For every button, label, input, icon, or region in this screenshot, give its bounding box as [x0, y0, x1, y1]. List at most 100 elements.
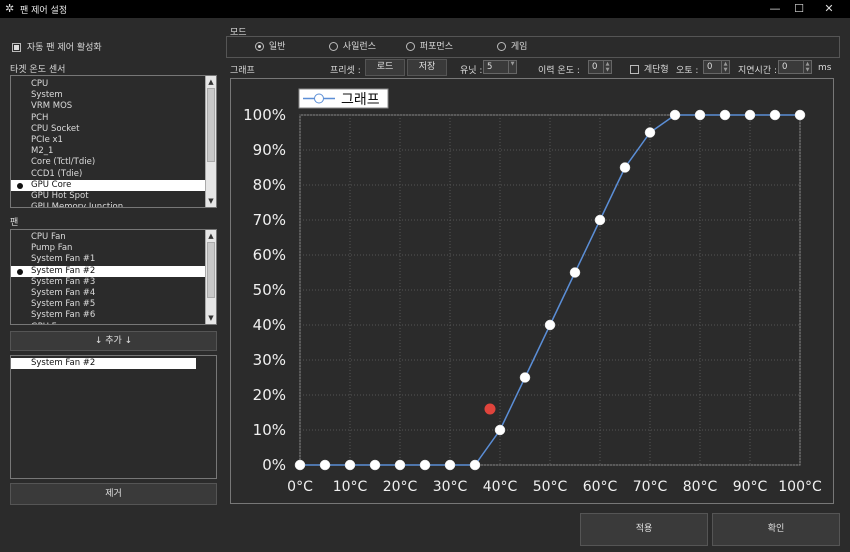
scroll-up-icon[interactable]: ▲ [206, 231, 216, 241]
x-tick-label: 50°C [533, 479, 568, 495]
list-item[interactable]: VRM MOS [11, 101, 216, 112]
stepper-icon[interactable]: ▲ ▼ [721, 61, 729, 73]
legend-marker [314, 93, 324, 104]
list-item[interactable]: System Fan #5 [11, 299, 216, 310]
add-button[interactable]: ↓ 추가 ↓ [10, 331, 217, 351]
current-temp-point [484, 403, 496, 415]
auto-control-checkbox[interactable]: 자동 팬 제어 활성화 [12, 40, 102, 53]
scroll-up-icon[interactable]: ▲ [206, 77, 216, 87]
list-item[interactable]: CPU [11, 79, 216, 90]
ok-button[interactable]: 확인 [712, 513, 840, 546]
data-point [494, 424, 506, 436]
mode-option-performance[interactable]: 퍼포먼스 [406, 39, 453, 52]
auto-control-label: 자동 팬 제어 활성화 [26, 43, 102, 53]
list-item[interactable]: System Fan #4 [11, 288, 216, 299]
scroll-down-icon[interactable]: ▼ [206, 196, 216, 206]
fan-list[interactable]: CPU Fan Pump Fan System Fan #1 System Fan #… [10, 229, 217, 325]
list-item[interactable]: PCH [11, 113, 216, 124]
mode-option-silence[interactable]: 사일런스 [329, 39, 376, 52]
list-item[interactable]: M2_1 [11, 146, 216, 157]
x-tick-label: 100°C [778, 479, 822, 495]
list-item[interactable]: GPU Memory Junction [11, 202, 216, 207]
apply-button[interactable]: 적용 [580, 513, 708, 546]
stepper-icon[interactable]: ▲ ▼ [603, 61, 611, 73]
offset-input[interactable]: 0 ▲ ▼ [703, 60, 730, 74]
added-fan-list[interactable]: System Fan #2 [10, 355, 217, 479]
delay-label: 지연시간 : [738, 66, 778, 76]
chart-svg[interactable]: 0% 10% 20% 30% 40% 50% 60% 70% 80% 90% 100% 0°C 10°C… [231, 79, 835, 505]
radio-normal[interactable] [255, 42, 264, 51]
y-tick-label: 50% [253, 281, 286, 299]
data-point [519, 372, 531, 383]
delay-unit: ms [818, 63, 832, 73]
delay-input[interactable]: 0 ▲ ▼ [778, 60, 812, 74]
step-label: 계단형 [643, 65, 669, 75]
mode-option-game[interactable]: 게임 [497, 39, 527, 52]
scroll-thumb[interactable] [207, 88, 215, 162]
y-tick-label: 40% [253, 316, 286, 334]
x-tick-label: 30°C [433, 479, 468, 495]
load-button[interactable]: 로드 [365, 59, 405, 76]
fan-curve-chart[interactable]: 0% 10% 20% 30% 40% 50% 60% 70% 80% 90% 100% 0°C 10°C… [230, 78, 834, 504]
remove-button[interactable]: 제거 [10, 483, 217, 505]
list-item[interactable]: GPU Hot Spot [11, 191, 216, 202]
list-item[interactable]: CPU Socket [11, 124, 216, 135]
stepper-icon[interactable]: ▲ ▼ [803, 61, 811, 73]
sensor-scrollbar[interactable]: ▲ ▼ [205, 76, 216, 207]
list-item[interactable]: CPU Fan [11, 232, 216, 243]
y-tick-label: 20% [253, 386, 286, 404]
fan-scrollbar[interactable]: ▲ ▼ [205, 230, 216, 324]
fan-title: 팬 [10, 218, 19, 228]
data-point [294, 459, 306, 471]
data-point [619, 162, 631, 173]
list-item[interactable]: System Fan #1 [11, 254, 216, 265]
y-tick-label: 100% [243, 106, 286, 124]
list-item[interactable]: System Fan #6 [11, 310, 216, 321]
y-tick-label: 70% [253, 211, 286, 229]
unit-select[interactable]: 5 ▼ [483, 60, 517, 74]
data-point [744, 109, 756, 121]
x-tick-label: 80°C [683, 479, 718, 495]
save-button[interactable]: 저장 [407, 59, 447, 76]
radio-game[interactable] [497, 42, 506, 51]
list-item[interactable]: CCD1 (Tdie) [11, 169, 216, 180]
minimize-button[interactable]: — [768, 2, 782, 16]
list-item[interactable]: GPU Core [11, 179, 206, 191]
title-bar: ✲ 팬 제어 설정 — ☐ ✕ [0, 0, 850, 18]
list-item[interactable]: System Fan #2 [11, 358, 196, 370]
data-point [794, 109, 806, 121]
step-checkbox[interactable]: 계단형 [630, 62, 669, 75]
list-item[interactable]: GPU Fan [11, 322, 216, 325]
scroll-down-icon[interactable]: ▼ [206, 313, 216, 323]
selected-dot-icon [17, 182, 23, 189]
list-item[interactable]: Pump Fan [11, 243, 216, 254]
radio-silence[interactable] [329, 42, 338, 51]
scroll-thumb[interactable] [207, 242, 215, 298]
history-temp-input[interactable]: 0 ▲ ▼ [588, 60, 612, 74]
close-button[interactable]: ✕ [822, 2, 836, 16]
list-item[interactable]: System Fan #3 [11, 277, 216, 288]
unit-label: 유닛 : [460, 66, 483, 76]
list-item[interactable]: System [11, 90, 216, 101]
window-title: 팬 제어 설정 [20, 6, 68, 16]
preset-label: 프리셋 : [330, 66, 361, 76]
chevron-down-icon[interactable]: ▼ [508, 61, 516, 73]
data-point [694, 109, 706, 121]
data-point [419, 459, 431, 471]
data-point [594, 214, 606, 226]
fan-icon: ✲ [5, 2, 15, 15]
auto-control-check[interactable] [12, 43, 21, 52]
list-item[interactable]: Core (Tctl/Tdie) [11, 157, 216, 168]
data-point [769, 109, 781, 121]
data-point [569, 267, 581, 278]
target-sensor-list[interactable]: CPU System VRM MOS PCH CPU Socket PCIe x1 M2_1… [10, 75, 217, 208]
mode-option-normal[interactable]: 일반 [255, 39, 285, 52]
list-item[interactable]: PCIe x1 [11, 135, 216, 146]
step-check[interactable] [630, 65, 639, 74]
maximize-button[interactable]: ☐ [792, 2, 806, 16]
offset-label: 오토 : [676, 66, 699, 76]
radio-performance[interactable] [406, 42, 415, 51]
data-point [544, 319, 556, 331]
list-item[interactable]: System Fan #2 [11, 265, 206, 277]
x-tick-label: 40°C [483, 479, 518, 495]
